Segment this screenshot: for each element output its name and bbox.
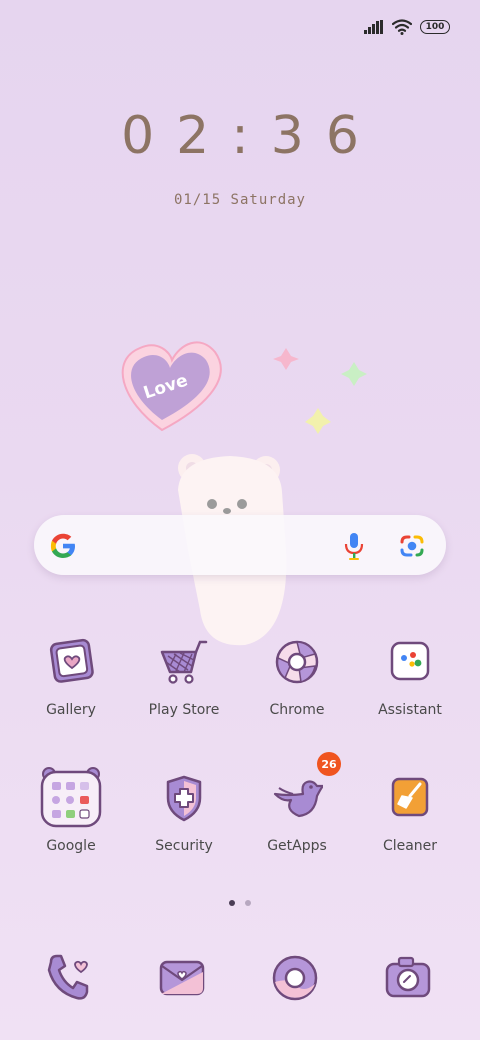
google-logo-icon[interactable]: [48, 531, 78, 561]
yellow-sparkle-icon: [305, 408, 331, 434]
app-chrome[interactable]: Chrome: [241, 636, 353, 718]
message-icon: [159, 960, 205, 996]
shield-icon: [166, 775, 202, 822]
gallery-icon: [49, 638, 94, 683]
green-sparkle-icon: [341, 362, 367, 386]
app-label: Security: [155, 838, 213, 854]
page-indicator[interactable]: [0, 900, 480, 906]
clock-date[interactable]: 01/15 Saturday: [0, 192, 480, 208]
app-gallery[interactable]: Gallery: [15, 636, 127, 718]
chrome-icon: [275, 640, 319, 684]
browser-icon: [272, 955, 318, 1001]
app-security[interactable]: Security: [128, 772, 240, 854]
app-google-folder[interactable]: Google: [15, 767, 127, 854]
app-label: Google: [46, 838, 96, 854]
love-heart-sticker: Love: [121, 341, 222, 432]
bear-wallpaper: Love: [121, 341, 367, 646]
app-cleaner[interactable]: Cleaner: [354, 772, 466, 854]
dock-camera[interactable]: [382, 952, 434, 1004]
dock-browser[interactable]: [269, 952, 321, 1004]
dock-messages[interactable]: [156, 952, 208, 1004]
app-assistant[interactable]: Assistant: [354, 636, 466, 718]
google-folder-icon: [40, 767, 102, 828]
microphone-icon[interactable]: [342, 531, 366, 561]
app-label: Chrome: [269, 702, 325, 718]
broom-icon: [391, 777, 429, 817]
app-label: GetApps: [267, 838, 327, 854]
app-getapps[interactable]: 26 GetApps: [241, 752, 353, 854]
battery-icon: 100: [420, 20, 450, 34]
signal-icon: [364, 20, 383, 34]
status-bar: 100: [364, 16, 450, 38]
battery-level: 100: [425, 21, 445, 32]
google-search-bar[interactable]: [34, 515, 446, 575]
app-label: Play Store: [148, 702, 220, 718]
wifi-icon: [392, 19, 412, 35]
shopping-cart-icon: [160, 640, 208, 684]
assistant-icon: [390, 641, 430, 681]
page-dot-2[interactable]: [245, 900, 251, 906]
lens-camera-icon[interactable]: [398, 532, 426, 560]
app-label: Gallery: [46, 702, 96, 718]
app-label: Assistant: [378, 702, 442, 718]
page-dot-1[interactable]: [229, 900, 235, 906]
notification-badge: 26: [317, 752, 341, 776]
pink-sparkle-icon: [273, 348, 299, 370]
camera-icon: [385, 956, 431, 998]
phone-icon: [47, 954, 89, 1000]
app-label: Cleaner: [382, 838, 438, 854]
dock-phone[interactable]: [43, 952, 95, 1004]
app-play-store[interactable]: Play Store: [128, 636, 240, 718]
clock-time[interactable]: 02:36: [0, 106, 480, 166]
bird-icon: [273, 780, 325, 818]
